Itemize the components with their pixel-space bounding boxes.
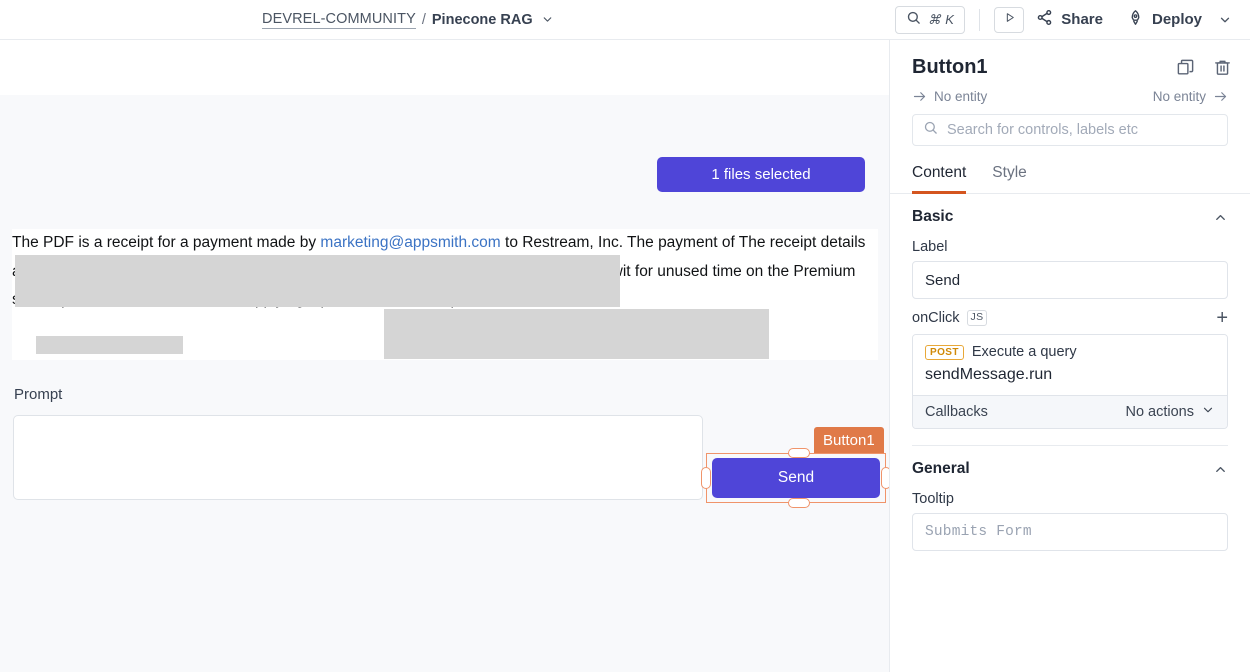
- field-label: Label Send: [912, 239, 1228, 299]
- callbacks-label: Callbacks: [925, 404, 988, 420]
- deploy-label: Deploy: [1151, 11, 1202, 28]
- action-query-name[interactable]: sendMessage.run: [925, 366, 1215, 384]
- toolbar-divider: [979, 8, 981, 31]
- property-pane-header: Button1: [890, 40, 1250, 87]
- callbacks-value: No actions: [1125, 404, 1194, 420]
- label-field-input[interactable]: Send: [912, 261, 1228, 299]
- resize-handle-left[interactable]: [701, 467, 711, 489]
- action-card-row: POST Execute a query: [925, 344, 1215, 360]
- onclick-action-card[interactable]: POST Execute a query sendMessage.run Cal…: [912, 334, 1228, 429]
- redaction-block: [36, 336, 183, 354]
- widget-name-tag[interactable]: Button1: [814, 427, 884, 453]
- tooltip-field-input[interactable]: Submits Form: [912, 513, 1228, 551]
- section-general-title: General: [912, 460, 970, 477]
- property-pane: Button1 No entity No entity Search for c…: [890, 40, 1250, 672]
- property-pane-scroll[interactable]: Basic Label Send onClick JS + POST Execu…: [890, 194, 1250, 672]
- action-card-body: POST Execute a query sendMessage.run: [913, 335, 1227, 395]
- resize-handle-top[interactable]: [788, 448, 810, 458]
- preview-button[interactable]: [994, 6, 1025, 33]
- deploy-button[interactable]: Deploy: [1115, 5, 1214, 35]
- canvas[interactable]: 1 files selected The PDF is a receipt fo…: [0, 40, 890, 672]
- property-pane-tabs: Content Style: [890, 150, 1250, 194]
- section-general: General Tooltip Submits Form: [890, 446, 1250, 551]
- field-onclick: onClick JS + POST Execute a query sendMe…: [912, 308, 1228, 429]
- property-pane-title[interactable]: Button1: [912, 56, 988, 79]
- action-type-label: Execute a query: [971, 344, 1077, 360]
- nav-next-entity[interactable]: No entity: [1153, 89, 1228, 104]
- play-icon: [1003, 11, 1016, 29]
- section-general-header[interactable]: General: [912, 460, 1228, 482]
- section-basic-header[interactable]: Basic: [912, 208, 1228, 230]
- email-link[interactable]: marketing@appsmith.com: [320, 234, 500, 251]
- http-method-badge: POST: [925, 344, 964, 360]
- search-button[interactable]: ⌘ K: [894, 5, 966, 34]
- field-tooltip: Tooltip Submits Form: [912, 491, 1228, 551]
- chevron-up-icon[interactable]: [1213, 210, 1228, 225]
- share-icon: [1036, 9, 1053, 30]
- breadcrumb-workspace[interactable]: DEVREL-COMMUNITY: [262, 11, 416, 29]
- onclick-title: onClick: [912, 310, 960, 326]
- text-part-2: to Restream, Inc. The payment of: [500, 234, 739, 251]
- arrow-right-icon: [1213, 89, 1228, 104]
- text-part-1: The PDF is a receipt for a payment made …: [12, 234, 321, 251]
- arrow-left-icon: [912, 89, 927, 104]
- property-search-box[interactable]: [912, 114, 1228, 146]
- add-action-button[interactable]: +: [1216, 308, 1228, 328]
- prompt-input[interactable]: [13, 415, 703, 500]
- top-bar: DEVREL-COMMUNITY / Pinecone RAG ⌘ K Shar…: [0, 0, 1250, 40]
- nav-previous-label: No entity: [934, 89, 988, 104]
- js-toggle-badge[interactable]: JS: [966, 310, 988, 326]
- selected-widget-wrapper: Button1 Send: [701, 427, 889, 508]
- send-button[interactable]: Send: [712, 458, 880, 498]
- summary-text-widget[interactable]: The PDF is a receipt for a payment made …: [12, 229, 878, 360]
- delete-icon[interactable]: [1213, 58, 1232, 77]
- canvas-top-band: [0, 40, 889, 95]
- redaction-block: [15, 255, 620, 307]
- files-selected-button[interactable]: 1 files selected: [657, 157, 865, 192]
- share-button[interactable]: Share: [1024, 5, 1115, 35]
- search-input[interactable]: [947, 122, 1217, 138]
- callbacks-row[interactable]: Callbacks No actions: [913, 395, 1227, 428]
- resize-handle-right[interactable]: [881, 467, 889, 489]
- tab-style[interactable]: Style: [992, 164, 1026, 194]
- share-label: Share: [1061, 11, 1103, 28]
- appsmith-editor: DEVREL-COMMUNITY / Pinecone RAG ⌘ K Shar…: [0, 0, 1250, 672]
- section-basic: Basic Label Send onClick JS + POST Execu…: [890, 194, 1250, 446]
- tooltip-field-title: Tooltip: [912, 491, 954, 507]
- tab-content[interactable]: Content: [912, 164, 967, 194]
- property-pane-actions: [1176, 58, 1232, 77]
- onclick-label-row: onClick JS +: [912, 308, 1228, 328]
- top-bar-actions: ⌘ K Share Deploy: [894, 5, 1242, 35]
- prompt-label: Prompt: [14, 386, 63, 403]
- search-icon: [923, 120, 938, 140]
- redaction-block: [384, 309, 769, 359]
- chevron-up-icon[interactable]: [1213, 462, 1228, 477]
- breadcrumb-separator: /: [421, 11, 426, 28]
- resize-handle-bottom[interactable]: [788, 498, 810, 508]
- label-field-title: Label: [912, 239, 948, 255]
- deploy-options-chevron-icon[interactable]: [1214, 13, 1242, 27]
- callbacks-value-wrap: No actions: [1125, 403, 1215, 421]
- section-basic-title: Basic: [912, 208, 954, 225]
- breadcrumb-app-name[interactable]: Pinecone RAG: [432, 12, 533, 28]
- rocket-icon: [1127, 9, 1144, 30]
- breadcrumb: DEVREL-COMMUNITY / Pinecone RAG: [262, 11, 554, 29]
- entity-navigation: No entity No entity: [890, 87, 1250, 114]
- nav-next-label: No entity: [1152, 89, 1206, 104]
- chevron-down-icon[interactable]: [541, 13, 554, 26]
- search-icon: [906, 10, 921, 30]
- search-shortcut-label: ⌘ K: [927, 11, 955, 27]
- nav-previous-entity[interactable]: No entity: [912, 89, 987, 104]
- chevron-down-icon[interactable]: [1201, 403, 1215, 421]
- editor-body: 1 files selected The PDF is a receipt fo…: [0, 40, 1250, 672]
- copy-icon[interactable]: [1176, 58, 1195, 77]
